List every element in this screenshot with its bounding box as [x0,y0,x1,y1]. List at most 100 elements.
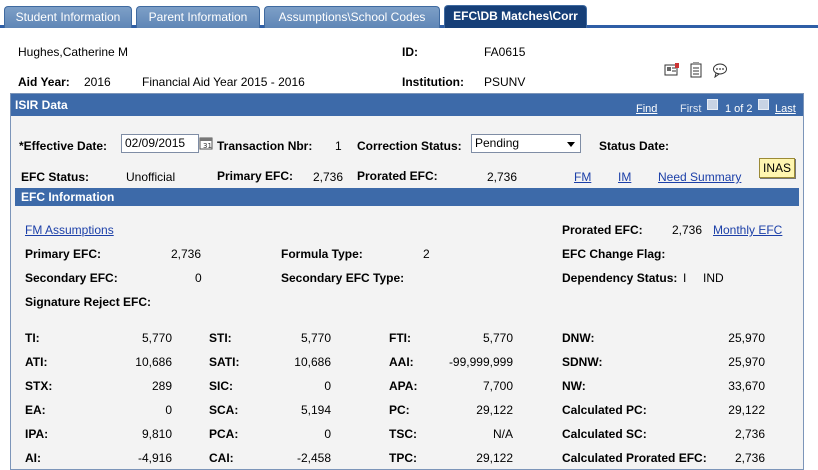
grid-value: -2,458 [296,451,331,465]
page-indicator: 1 of 2 [725,103,753,115]
grid-label: TSC: [389,427,417,441]
correction-status-value: Pending [475,136,520,150]
grid-value: 10,686 [294,355,331,369]
efc-status-label: EFC Status: [21,170,90,184]
grid-label: Calculated SC: [562,427,647,441]
grid-label: EA: [25,403,46,417]
transaction-nbr-label: Transaction Nbr: [217,139,313,153]
tab-bar: Student Information Parent Information A… [0,0,818,28]
inas-button[interactable]: INAS [759,158,795,178]
formula-type-label: Formula Type: [281,247,363,261]
institution-value: PSUNV [484,75,526,89]
grid-value: 2,736 [734,427,765,441]
effective-date-label: *Effective Date: [19,139,108,153]
isir-data-header: ISIR Data Find First 1 of 2 Last [11,94,803,116]
grid-label: IPA: [25,427,49,441]
isir-data-panel: ISIR Data Find First 1 of 2 Last *Effect… [10,93,804,470]
transaction-nbr-value: 1 [335,139,342,153]
previous-icon[interactable] [707,99,718,110]
id-value: FA0615 [484,45,526,59]
grid-label: SATI: [209,355,240,369]
first-label: First [680,103,702,115]
monthly-efc-link[interactable]: Monthly EFC [713,223,782,237]
tab-assumptions-school-codes[interactable]: Assumptions\School Codes [264,6,440,28]
address-card-icon[interactable] [664,62,680,78]
grid-label: PCA: [209,427,239,441]
grid-value: 5,194 [300,403,331,417]
correction-status-select[interactable]: Pending [471,134,581,153]
chevron-down-icon [567,142,575,147]
grid-value: 29,122 [728,403,765,417]
grid-value: 9,810 [141,427,172,441]
primary-efc-label: Primary EFC: [217,169,294,183]
svg-text:31: 31 [203,142,212,150]
efc-information-header: EFC Information [15,188,799,206]
isir-data-title: ISIR Data [15,98,68,112]
next-icon[interactable] [758,99,769,110]
grid-value: 5,770 [482,331,513,345]
efc-info-primary-label: Primary EFC: [25,247,102,261]
dependency-status-code: I [683,271,687,285]
im-link[interactable]: IM [618,170,631,184]
need-summary-link[interactable]: Need Summary [658,170,741,184]
notepad-icon[interactable] [688,62,704,78]
tab-student-information[interactable]: Student Information [4,6,132,28]
grid-label: NW: [562,379,586,393]
grid-value: N/A [492,427,513,441]
grid-label: STI: [209,331,232,345]
grid-value: 5,770 [300,331,331,345]
tab-efc-db-matches-corr[interactable]: EFC\DB Matches\Corr [444,5,587,28]
grid-label: AI: [25,451,41,465]
grid-label: SIC: [209,379,233,393]
grid-value: 0 [324,379,331,393]
aid-year-label: Aid Year: [18,75,70,89]
efc-change-flag-label: EFC Change Flag: [562,247,666,261]
grid-value: -4,916 [137,451,172,465]
grid-label: SDNW: [562,355,603,369]
grid-label: AAI: [389,355,414,369]
grid-value: 33,670 [728,379,765,393]
correction-status-label: Correction Status: [357,139,462,153]
status-date-label: Status Date: [599,139,670,153]
student-name: Hughes,Catherine M [18,45,129,59]
grid-value: 0 [165,403,172,417]
dependency-status-label: Dependency Status: [562,271,678,285]
effective-date-input[interactable]: 02/09/2015 [121,134,199,153]
grid-value: 25,970 [728,331,765,345]
grid-label: DNW: [562,331,595,345]
grid-label: Calculated PC: [562,403,647,417]
grid-value: 2,736 [734,451,765,465]
efc-info-primary-value: 2,736 [171,247,202,261]
grid-value: 25,970 [728,355,765,369]
efc-status-value: Unofficial [126,170,176,184]
grid-label: FTI: [389,331,411,345]
grid-value: 10,686 [135,355,172,369]
grid-value: 29,122 [476,451,513,465]
grid-value: 0 [324,427,331,441]
secondary-efc-label: Secondary EFC: [25,271,118,285]
grid-value: 289 [151,379,172,393]
grid-label: TI: [25,331,40,345]
grid-label: SCA: [209,403,239,417]
calendar-icon[interactable]: 31 [199,136,213,150]
secondary-efc-value: 0 [195,271,202,285]
primary-efc-value: 2,736 [313,170,344,184]
efc-info-prorated-value: 2,736 [672,223,703,237]
grid-label: APA: [389,379,418,393]
grid-value: 5,770 [141,331,172,345]
comment-icon[interactable] [712,62,728,78]
dependency-status-value: IND [703,271,724,285]
signature-reject-efc-label: Signature Reject EFC: [25,295,152,309]
fm-link[interactable]: FM [574,170,591,184]
tab-parent-information[interactable]: Parent Information [136,6,260,28]
find-link[interactable]: Find [636,98,657,120]
grid-label: CAI: [209,451,234,465]
formula-type-value: 2 [423,247,430,261]
grid-label: STX: [25,379,53,393]
prorated-efc-value: 2,736 [487,170,518,184]
fm-assumptions-link[interactable]: FM Assumptions [25,223,114,237]
last-link[interactable]: Last [775,98,796,120]
grid-label: Calculated Prorated EFC: [562,451,707,465]
grid-value: -99,999,999 [448,355,513,369]
grid-label: PC: [389,403,410,417]
